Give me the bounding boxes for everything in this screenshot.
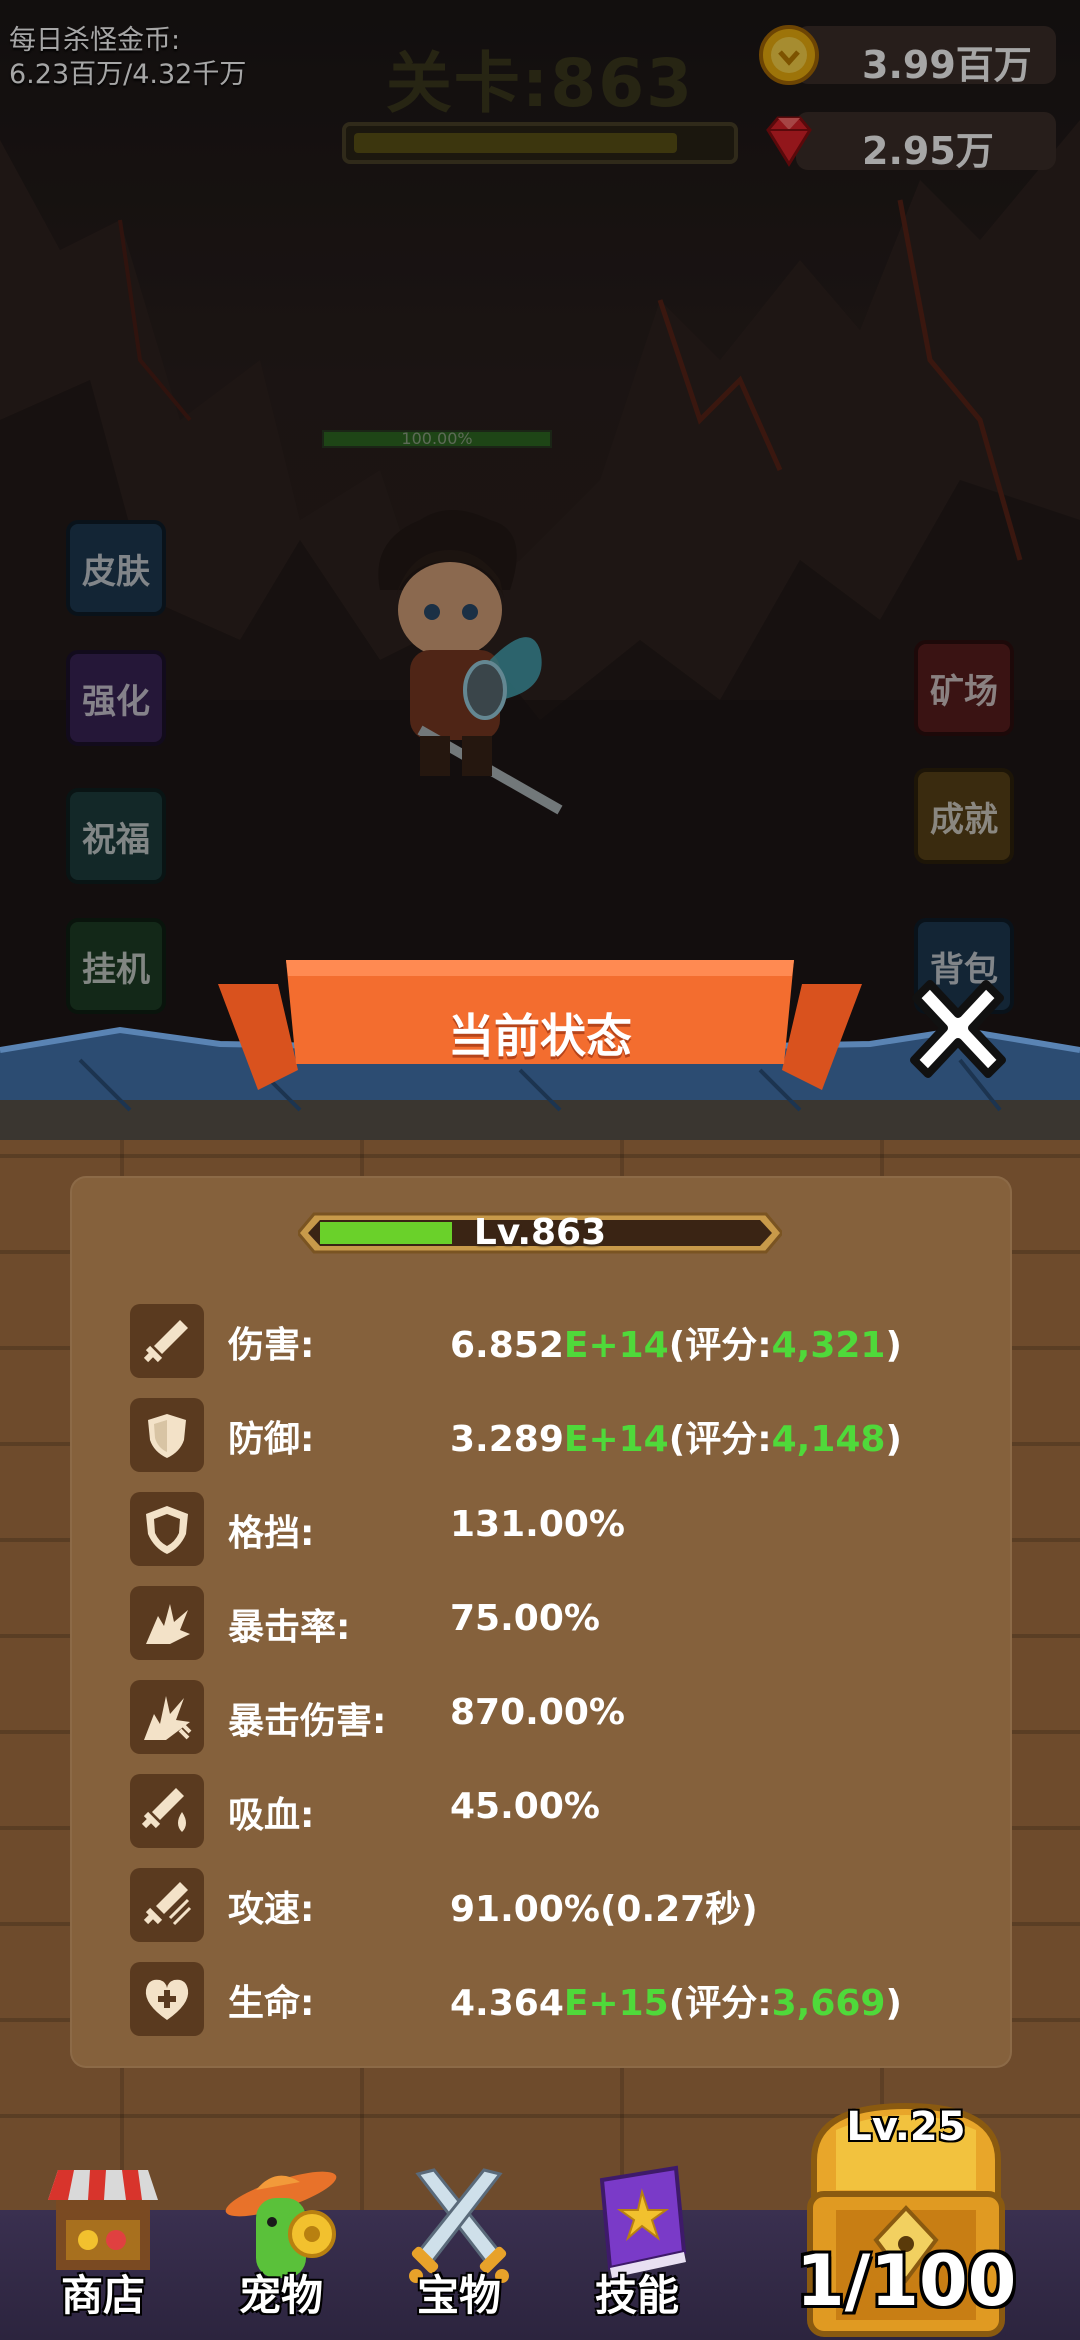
stat-label: 暴击伤害:	[228, 1701, 387, 1742]
close-icon[interactable]	[896, 968, 1020, 1092]
stat-label: 攻速:	[228, 1889, 315, 1930]
stat-row-block: 格挡: 131.00%	[130, 1492, 1030, 1566]
stat-label: 防御:	[228, 1419, 315, 1460]
nav-shop[interactable]: 商店	[28, 2160, 178, 2340]
stat-value: 131.00%	[450, 1504, 625, 1545]
stat-label: 暴击率:	[228, 1607, 351, 1648]
stat-value: 6.852E+14(评分:4,321)	[450, 1325, 902, 1366]
sword-icon	[143, 1320, 188, 1363]
heart-plus-icon	[145, 1979, 189, 2020]
stat-row-crit-damage: 暴击伤害: 870.00%	[130, 1680, 1030, 1754]
stat-row-damage: 伤害: 6.852E+14(评分:4,321)	[130, 1304, 1030, 1378]
block-shield-icon	[146, 1506, 188, 1554]
nav-treasure-label: 宝物	[416, 2271, 501, 2320]
panel-title: 当前状态	[448, 1009, 632, 1063]
stat-row-crit-rate: 暴击率: 75.00%	[130, 1586, 1030, 1660]
stat-row-health: 生命: 4.364E+15(评分:3,669)	[130, 1962, 1030, 2036]
nav-shop-label: 商店	[60, 2271, 145, 2320]
nav-skill[interactable]: 技能	[562, 2160, 712, 2340]
lifesteal-icon	[141, 1788, 186, 1832]
attack-speed-icon	[143, 1882, 192, 1926]
stat-label: 吸血:	[228, 1795, 315, 1836]
stat-value: 4.364E+15(评分:3,669)	[450, 1983, 902, 2024]
stat-value: 3.289E+14(评分:4,148)	[450, 1419, 902, 1460]
nav-pet-label: 宠物	[238, 2271, 323, 2320]
stat-value: 75.00%	[450, 1598, 600, 1639]
nav-skill-label: 技能	[594, 2271, 679, 2320]
stat-row-lifesteal: 吸血: 45.00%	[130, 1774, 1030, 1848]
chest-level: Lv.25	[846, 2104, 966, 2150]
stat-label: 生命:	[228, 1983, 315, 2024]
shield-icon	[148, 1414, 186, 1458]
stat-value: 870.00%	[450, 1692, 625, 1733]
crit-damage-icon	[144, 1696, 192, 1740]
stat-value: 45.00%	[450, 1786, 600, 1827]
level-text: Lv.863	[473, 1212, 607, 1253]
chest-count: 1/100	[796, 2240, 1017, 2322]
stat-row-attack-speed: 攻速: 91.00%(0.27秒)	[130, 1868, 1030, 1942]
nav-pet[interactable]: 宠物	[206, 2160, 356, 2340]
nav-treasure[interactable]: 宝物	[384, 2160, 534, 2340]
stat-label: 格挡:	[228, 1513, 315, 1554]
stat-row-defense: 防御: 3.289E+14(评分:4,148)	[130, 1398, 1030, 1472]
stat-label: 伤害:	[228, 1325, 315, 1366]
dim-overlay	[0, 0, 1080, 1080]
crit-burst-icon	[146, 1604, 190, 1644]
stat-value: 91.00%(0.27秒)	[450, 1889, 758, 1930]
